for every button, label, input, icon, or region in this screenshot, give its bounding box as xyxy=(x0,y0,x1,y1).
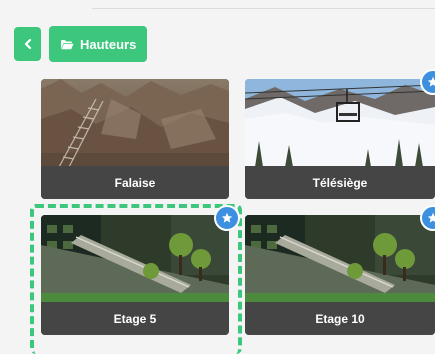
back-button[interactable] xyxy=(14,27,41,61)
card-caption: Etage 10 xyxy=(245,302,435,335)
card-etage-10[interactable]: Etage 10 xyxy=(245,215,435,335)
card-telesiege[interactable]: Télésiège xyxy=(245,79,435,199)
chevron-left-icon xyxy=(24,39,31,49)
folder-open-icon xyxy=(60,39,74,50)
top-bar xyxy=(0,0,435,12)
card-caption: Télésiège xyxy=(245,166,435,199)
card-caption: Falaise xyxy=(41,166,229,199)
favorite-star-icon[interactable] xyxy=(214,205,240,231)
selection-highlight xyxy=(30,204,242,354)
card-falaise[interactable]: Falaise xyxy=(41,79,229,199)
thumbnail-image xyxy=(245,79,435,167)
breadcrumb-label: Hauteurs xyxy=(80,36,137,52)
breadcrumb-folder-button[interactable]: Hauteurs xyxy=(49,26,147,62)
thumbnail-image xyxy=(41,79,229,167)
thumbnail-image xyxy=(245,215,435,303)
divider xyxy=(92,8,435,9)
